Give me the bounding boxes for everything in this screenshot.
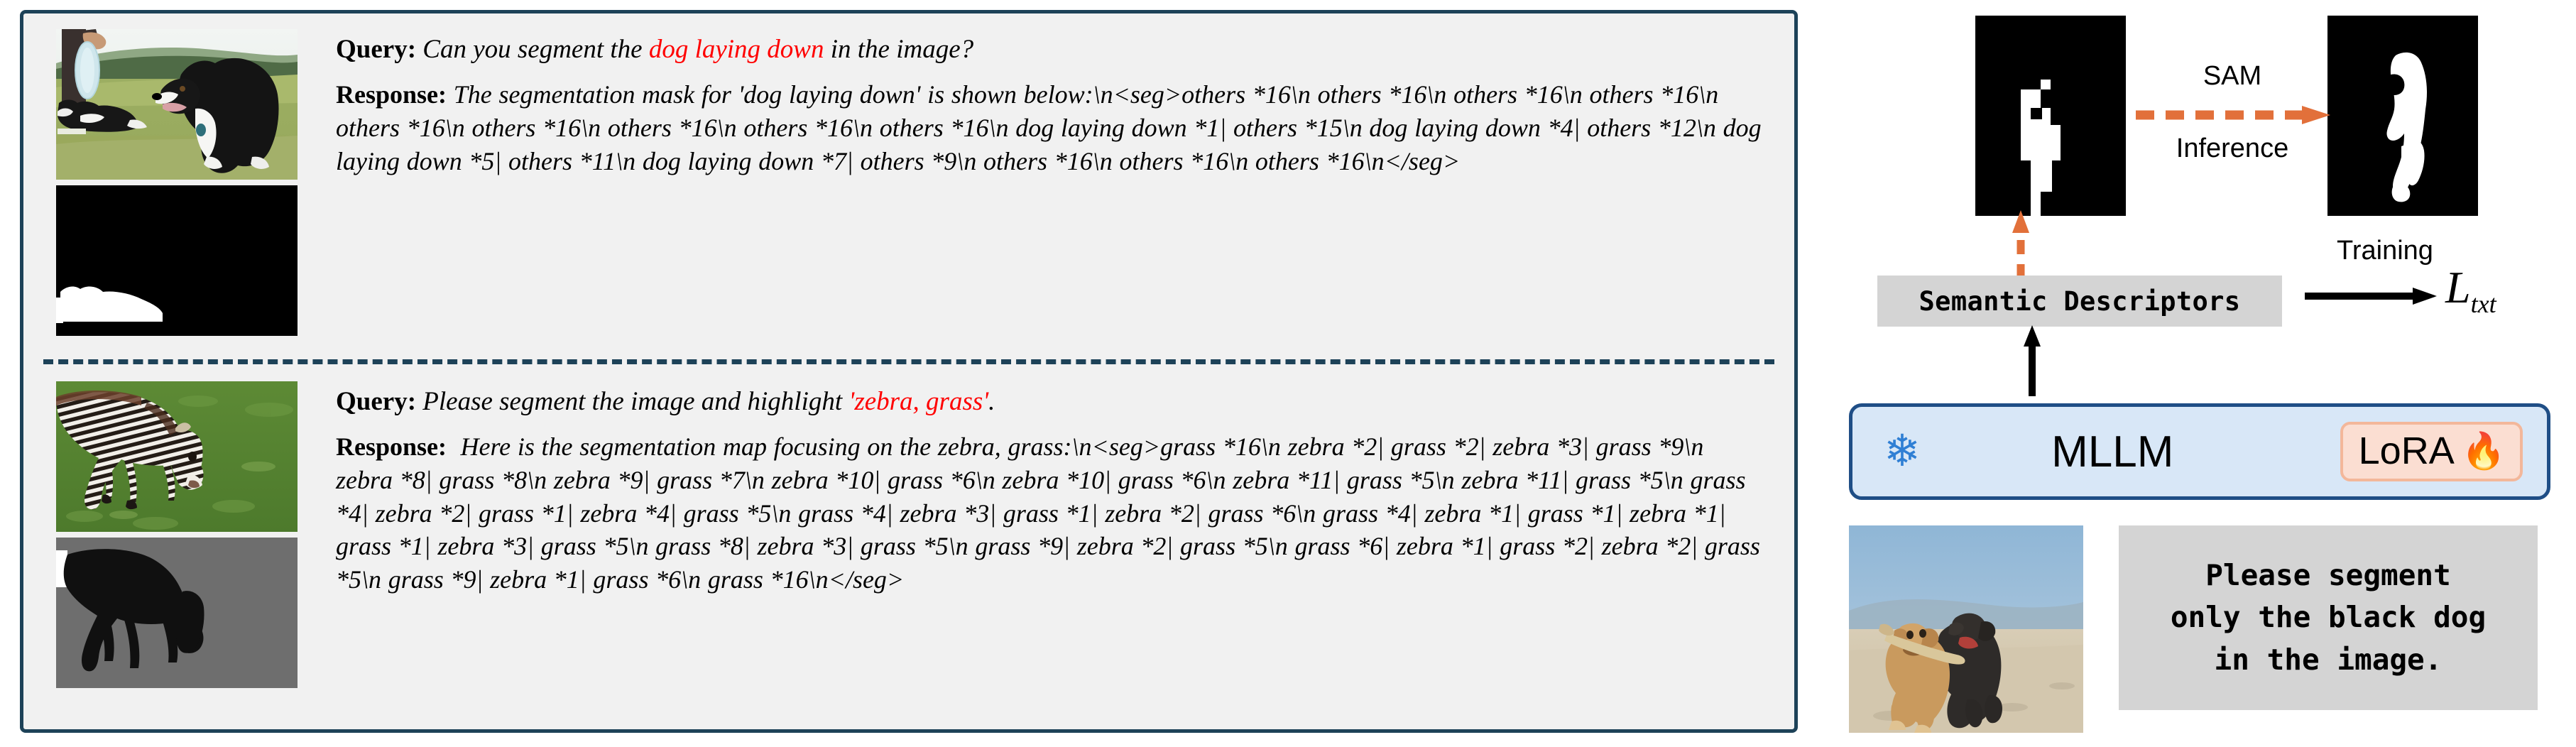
inference-label: Inference — [2176, 133, 2289, 163]
example-divider — [43, 359, 1774, 364]
response-block-dog: Response: The segmentation mask for 'dog… — [336, 80, 1762, 175]
text-loss-symbol: Ltxt — [2445, 261, 2496, 319]
examples-panel: Query: Can you segment the dog laying do… — [20, 10, 1798, 733]
semantic-descriptors-box: Semantic Descriptors — [1877, 276, 2282, 327]
query-line-dog: Query: Can you segment the dog laying do… — [336, 35, 974, 64]
prompt-box: Please segment only the black dog in the… — [2119, 525, 2538, 710]
prompt-text: Please segment only the black dog in the… — [2170, 557, 2487, 677]
query-line-zebra: Query: Please segment the image and high… — [336, 387, 995, 416]
pipeline-diagram: SAM Inference Semantic Descriptors Train… — [1843, 0, 2576, 747]
sam-label: SAM — [2203, 61, 2262, 91]
thumbnail-stack-dog — [56, 29, 312, 336]
response-text: Here is the segmentation map focusing on… — [336, 432, 1760, 594]
coarse-mask — [1975, 16, 2126, 216]
loss-letter: L — [2445, 262, 2471, 312]
response-label: Response — [336, 80, 439, 109]
response-text: The segmentation mask for 'dog laying do… — [336, 80, 1762, 175]
response-label: Response — [336, 432, 439, 461]
coarse-mask-svg — [1975, 16, 2126, 216]
lora-chip[interactable]: LoRA 🔥 — [2340, 422, 2523, 481]
query-label: Query — [336, 387, 408, 416]
query-prefix: Please segment the image and highlight — [422, 387, 849, 416]
zebra-photo — [56, 381, 298, 532]
query-suffix: in the image? — [824, 35, 974, 64]
query-prefix: Can you segment the — [422, 35, 649, 64]
fire-icon: 🔥 — [2461, 431, 2506, 471]
mllm-label: MLLM — [2051, 427, 2174, 476]
training-arrow — [2305, 288, 2437, 305]
sam-mask-svg — [2327, 16, 2478, 216]
semantic-descriptors-label: Semantic Descriptors — [1919, 285, 2241, 317]
mllm-to-descriptors-arrow — [2024, 325, 2041, 396]
thumbnail-stack-zebra — [56, 381, 312, 688]
query-suffix: . — [988, 387, 995, 416]
lora-label: LoRA — [2358, 430, 2455, 472]
dog-photo — [56, 29, 298, 180]
input-photo — [1849, 525, 2083, 733]
loss-subscript: txt — [2470, 289, 2496, 318]
sam-inference-arrow — [2136, 106, 2330, 124]
zebra-mask — [56, 538, 298, 688]
descriptors-to-mask-arrow — [2012, 210, 2029, 278]
example-row-zebra: Query: Please segment the image and high… — [23, 381, 1794, 715]
sam-refined-mask — [2327, 16, 2478, 216]
qa-column-zebra: Query: Please segment the image and high… — [336, 381, 1766, 596]
example-row-dog: Query: Can you segment the dog laying do… — [23, 29, 1794, 342]
query-highlight: 'zebra, grass' — [848, 387, 989, 416]
qa-column-dog: Query: Can you segment the dog laying do… — [336, 29, 1766, 178]
figure-root: Query: Can you segment the dog laying do… — [0, 0, 2576, 747]
dog-mask — [56, 185, 298, 336]
query-label: Query — [336, 35, 408, 64]
query-highlight: dog laying down — [648, 35, 824, 64]
training-label: Training — [2337, 236, 2433, 266]
response-block-zebra: Response: Here is the segmentation map f… — [336, 432, 1760, 594]
mllm-box[interactable]: ❄ MLLM LoRA 🔥 — [1849, 403, 2550, 500]
